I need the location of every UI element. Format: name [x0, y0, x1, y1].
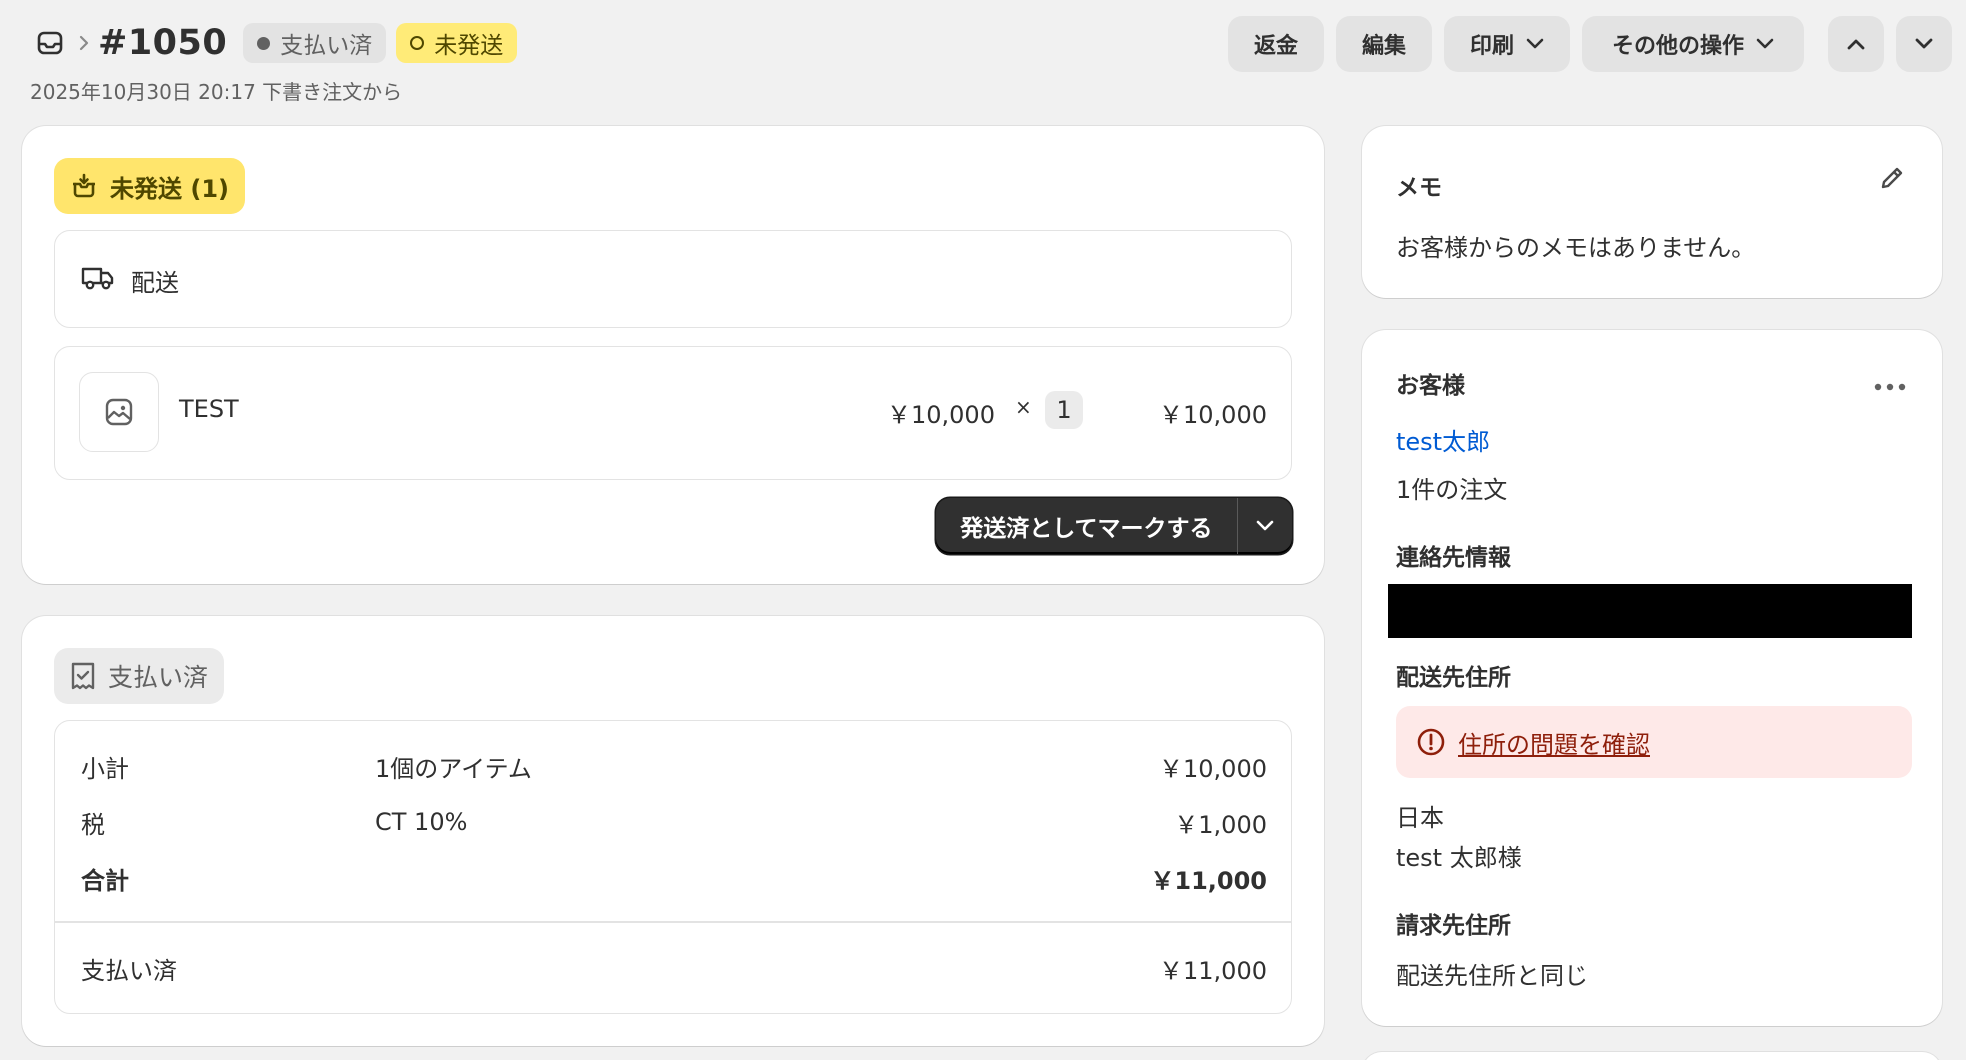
notes-title: メモ	[1396, 175, 1442, 201]
billing-address-title: 請求先住所	[1396, 913, 1511, 939]
refund-button[interactable]: 返金	[1228, 16, 1324, 72]
summary-row-total: 合計 ￥11,000	[55, 858, 1291, 898]
contact-info-redacted	[1388, 584, 1912, 638]
edit-label: 編集	[1361, 34, 1406, 59]
multiply-sign: ×	[1015, 395, 1032, 419]
page-header: #1050 支払い済 未発送 2025年10月30日 20:17 下書き注文から…	[30, 16, 1952, 106]
delivery-method-text: 配送	[131, 269, 179, 297]
chevron-down-icon	[1526, 38, 1544, 49]
package-icon	[73, 173, 95, 198]
fulfillment-status-badge: 未発送	[396, 23, 518, 63]
summary-row-paid: 支払い済 ￥11,000	[55, 948, 1291, 988]
notes-empty-text: お客様からのメモはありません。	[1396, 234, 1756, 262]
paid-value: ￥11,000	[1159, 956, 1267, 985]
total-value: ￥11,000	[1150, 866, 1267, 895]
status-ring-icon	[410, 36, 425, 50]
product-name-link[interactable]: TEST	[179, 395, 239, 423]
tax-label: 税	[81, 810, 105, 839]
delivery-method-box: 配送	[54, 230, 1292, 328]
unit-price: ￥10,000	[887, 401, 995, 429]
delivery-truck-icon	[81, 263, 115, 297]
fulfillment-status-text: 未発送	[434, 33, 504, 59]
review-address-issue-link[interactable]: 住所の問題を確認	[1458, 725, 1650, 760]
subtotal-value: ￥10,000	[1159, 754, 1267, 783]
header-actions: 返金 編集 印刷 その他の操作	[1228, 16, 1952, 72]
next-sidebar-card	[1362, 1052, 1942, 1060]
alert-circle-icon	[1417, 728, 1445, 756]
shipping-address-title: 配送先住所	[1396, 665, 1511, 691]
subtotal-label: 小計	[81, 754, 129, 783]
summary-row-tax: 税 CT 10% ￥1,000	[55, 802, 1291, 842]
image-placeholder-icon	[105, 398, 133, 426]
fulfillment-card: 未発送 (1) 配送 TEST ￥10,000 × 1 ￥10,000 発送済と…	[22, 126, 1324, 584]
breadcrumb-chevron-icon	[72, 23, 96, 63]
notes-card: メモ お客様からのメモはありません。	[1362, 126, 1942, 298]
tax-value: ￥1,000	[1174, 810, 1267, 839]
payment-summary-box: 小計 1個のアイテム ￥10,000 税 CT 10% ￥1,000 合計 ￥1…	[54, 720, 1292, 1014]
more-actions-label: その他の操作	[1611, 34, 1744, 59]
quantity-badge: 1	[1045, 391, 1083, 429]
address-issue-banner: 住所の問題を確認	[1396, 706, 1912, 778]
print-button[interactable]: 印刷	[1444, 16, 1570, 72]
fulfill-options-button[interactable]	[1238, 498, 1292, 554]
total-label: 合計	[81, 866, 129, 895]
paid-status-pill: 支払い済	[54, 648, 225, 704]
paid-status-text: 支払い済	[108, 663, 209, 692]
payment-status-text: 支払い済	[280, 33, 373, 59]
customer-orders-count[interactable]: 1件の注文	[1396, 470, 1507, 505]
unfulfilled-status-text: 未発送 (1)	[110, 174, 229, 203]
order-subtitle: 2025年10月30日 20:17 下書き注文から	[30, 80, 403, 104]
payment-card: 支払い済 小計 1個のアイテム ￥10,000 税 CT 10% ￥1,000 …	[22, 616, 1324, 1046]
summary-divider	[55, 921, 1291, 923]
summary-row-subtotal: 小計 1個のアイテム ￥10,000	[55, 746, 1291, 786]
refund-label: 返金	[1253, 34, 1298, 59]
mark-as-fulfilled-split-button: 発送済としてマークする	[936, 498, 1292, 554]
line-item-box: TEST ￥10,000 × 1 ￥10,000	[54, 346, 1292, 480]
more-actions-button[interactable]: その他の操作	[1582, 16, 1804, 72]
line-total: ￥10,000	[1159, 401, 1267, 429]
subtotal-detail: 1個のアイテム	[375, 754, 532, 783]
address-country: 日本	[1396, 804, 1444, 832]
tax-detail[interactable]: CT 10%	[375, 808, 467, 836]
mark-as-fulfilled-button[interactable]: 発送済としてマークする	[936, 498, 1236, 554]
customer-name-link[interactable]: test太郎	[1396, 422, 1490, 457]
print-label: 印刷	[1469, 34, 1514, 59]
chevron-up-icon	[1847, 39, 1865, 50]
status-dot-icon	[257, 36, 271, 50]
orders-inbox-icon[interactable]	[30, 23, 70, 63]
previous-order-button[interactable]	[1828, 16, 1884, 72]
payment-status-badge: 支払い済	[243, 23, 387, 63]
chevron-down-icon	[1756, 38, 1774, 49]
billing-address-text: 配送先住所と同じ	[1396, 962, 1588, 990]
next-order-button[interactable]	[1896, 16, 1952, 72]
address-recipient: test 太郎様	[1396, 844, 1522, 872]
customer-more-icon[interactable]	[1874, 376, 1906, 395]
contact-info-title: 連絡先情報	[1396, 545, 1511, 571]
customer-title: お客様	[1396, 373, 1465, 399]
mark-as-fulfilled-label: 発送済としてマークする	[960, 516, 1213, 542]
customer-card: お客様 test太郎 1件の注文 連絡先情報 配送先住所 住所の問題を確認 日本…	[1362, 330, 1942, 1026]
page-title: #1050	[98, 23, 228, 63]
edit-button[interactable]: 編集	[1336, 16, 1432, 72]
product-image-placeholder[interactable]	[79, 372, 159, 452]
paid-label: 支払い済	[81, 956, 177, 985]
chevron-down-icon	[1256, 520, 1274, 531]
unfulfilled-status-pill: 未発送 (1)	[54, 158, 245, 214]
receipt-check-icon	[71, 662, 95, 690]
edit-notes-pencil-icon[interactable]	[1878, 164, 1906, 196]
order-detail-page: #1050 支払い済 未発送 2025年10月30日 20:17 下書き注文から…	[0, 0, 1966, 1060]
chevron-down-icon	[1915, 38, 1933, 49]
